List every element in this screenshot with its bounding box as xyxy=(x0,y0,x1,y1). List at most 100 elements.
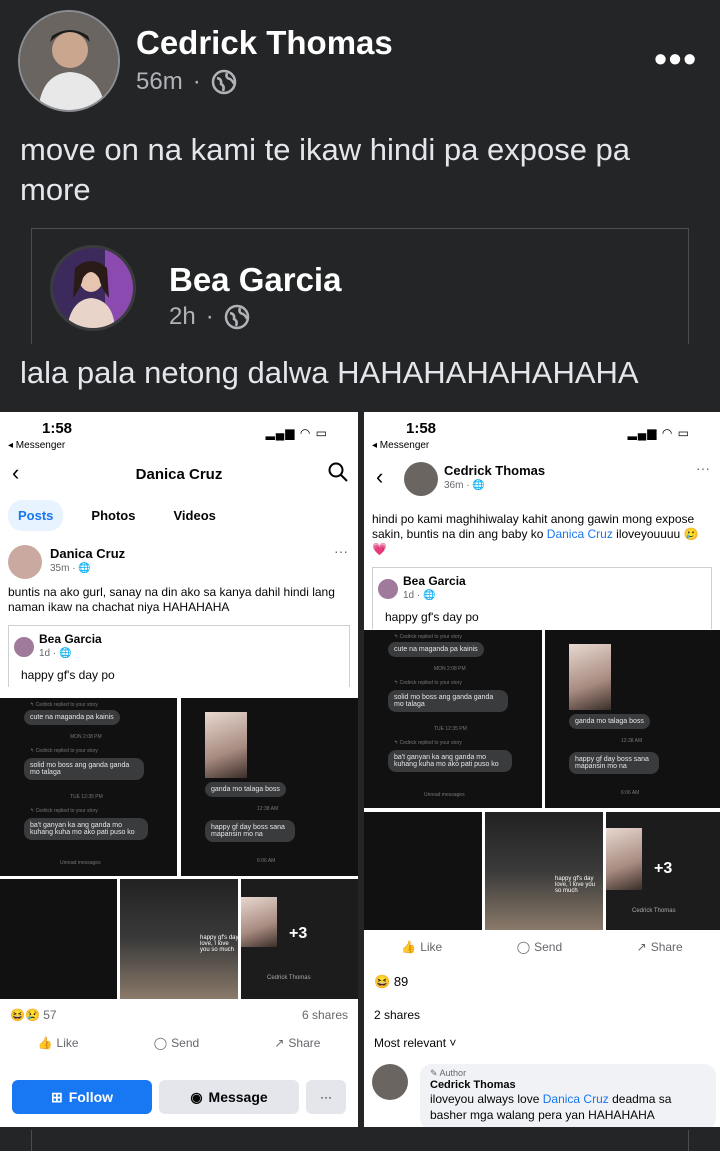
status-bar: 1:58 ◂ Messenger ▂▄▆ ◠ ▭ xyxy=(364,412,720,454)
inner-shared-post: Bea Garcia 1d · 🌐 happy gf's day po xyxy=(8,625,350,687)
action-bar: 👍 Like ◯ Send ↗ Share xyxy=(0,1036,358,1050)
post-meta: 36m · 🌐 xyxy=(444,480,485,491)
author-name[interactable]: Cedrick Thomas xyxy=(136,24,393,62)
screenshot-right[interactable]: 1:58 ◂ Messenger ▂▄▆ ◠ ▭ ‹ Cedrick Thoma… xyxy=(364,412,720,1127)
post-meta: 56m · xyxy=(136,68,237,96)
chat-screenshot xyxy=(364,812,482,930)
tab-posts: Posts xyxy=(8,500,64,531)
shared-text: lala pala netong dalwa HAHAHAHAHAHAHA xyxy=(20,355,639,390)
share-icon: ↗ xyxy=(274,1036,285,1050)
chat-screenshot: ↰ Cedrick replied to your story cute na … xyxy=(364,630,542,808)
like-icon: 👍 xyxy=(401,940,417,954)
more-photos: +3 Cedrick Thomas xyxy=(606,812,720,930)
post-time[interactable]: 56m xyxy=(136,68,183,96)
like-button: 👍 Like xyxy=(401,940,443,954)
globe-icon xyxy=(224,304,249,330)
messenger-icon: ◉ xyxy=(190,1088,203,1105)
send-button: ◯ Send xyxy=(516,940,563,954)
shared-avatar[interactable] xyxy=(50,245,136,331)
avatar[interactable] xyxy=(18,10,120,112)
reactions: 😆 89 xyxy=(374,974,408,990)
post-text: buntis na ako gurl, sanay na din ako sa … xyxy=(8,585,335,614)
post-author-row: Danica Cruz 35m · 🌐 ··· xyxy=(0,541,358,581)
more-photos-count: +3 xyxy=(289,925,308,942)
messenger-icon: ◯ xyxy=(153,1036,168,1050)
tab-videos: Videos xyxy=(173,508,216,523)
post-author-row: ‹ Cedrick Thomas 36m · 🌐 ··· xyxy=(364,458,720,504)
more-options-icon[interactable]: ••• xyxy=(654,38,698,80)
couple-photo: happy gf's day love, I love you so much xyxy=(120,879,239,999)
share-button: ↗ Share xyxy=(636,940,683,954)
message-button: ◉ Message xyxy=(159,1080,299,1114)
author-name: Danica Cruz xyxy=(50,546,126,561)
back-to-app: ◂ Messenger xyxy=(8,440,66,451)
reactions: 😆😢 57 xyxy=(10,1008,57,1022)
signal-wifi-battery-icon: ▂▄▆ ◠ ▭ xyxy=(627,426,690,440)
avatar xyxy=(404,462,438,496)
shared-meta: 2h · xyxy=(169,303,250,331)
status-time: 1:58 xyxy=(406,420,437,437)
shared-post[interactable]: Bea Garcia 2h · xyxy=(31,228,689,344)
share-button: ↗ Share xyxy=(274,1036,321,1050)
comment-sort: Most relevant ˅ xyxy=(374,1036,457,1050)
signal-wifi-battery-icon: ▂▄▆ ◠ ▭ xyxy=(265,426,328,440)
avatar xyxy=(8,545,42,579)
avatar xyxy=(372,1064,408,1100)
reaction-count: 57 xyxy=(43,1008,57,1022)
meta-dot: · xyxy=(205,303,214,330)
avatar xyxy=(377,578,399,600)
globe-icon: 🌐 xyxy=(59,648,72,659)
avatar xyxy=(13,636,35,658)
status-time: 1:58 xyxy=(42,420,73,437)
reaction-count: 89 xyxy=(393,974,409,989)
more-icon: ··· xyxy=(306,1080,346,1114)
shared-author-name[interactable]: Bea Garcia xyxy=(169,261,341,299)
reaction-icons: 😆😢 xyxy=(10,1008,40,1022)
action-bar: 👍 Like ◯ Send ↗ Share xyxy=(364,940,720,954)
author-badge: ✎ Author xyxy=(430,1068,467,1078)
inner-post-text: happy gf's day po xyxy=(385,610,479,624)
globe-icon xyxy=(211,69,236,95)
comment: ✎ Author Cedrick Thomas iloveyou always … xyxy=(420,1064,716,1127)
globe-icon: 🌐 xyxy=(472,480,485,491)
back-to-app: ◂ Messenger xyxy=(372,440,430,451)
chat-screenshot: ganda mo talaga boss 12:38 AM happy gf d… xyxy=(545,630,720,808)
follow-button: ⊞ Follow xyxy=(12,1080,152,1114)
tab-photos: Photos xyxy=(91,508,136,523)
comment-text: iloveyou always love Danica Cruz deadma … xyxy=(430,1092,672,1122)
more-photos: +3 Cedrick Thomas xyxy=(241,879,358,999)
shared-time[interactable]: 2h xyxy=(169,303,196,331)
post-meta: 35m · 🌐 xyxy=(50,563,91,574)
post-text: hindi po kami maghihiwalay kahit anong g… xyxy=(372,512,699,556)
shared-profile-photo xyxy=(53,248,133,328)
like-button: 👍 Like xyxy=(37,1036,79,1050)
inner-shared-post: Bea Garcia 1d · 🌐 happy gf's day po xyxy=(372,567,712,629)
share-icon: ↗ xyxy=(636,940,647,954)
author-name: Bea Garcia xyxy=(403,574,466,588)
post-meta: 1d · 🌐 xyxy=(39,648,72,659)
profile-tabs: Posts Photos Videos xyxy=(0,494,358,537)
send-button: ◯ Send xyxy=(153,1036,200,1050)
profile-photo xyxy=(20,12,118,110)
author-name: Bea Garcia xyxy=(39,632,102,646)
like-icon: 👍 xyxy=(37,1036,53,1050)
more-icon: ··· xyxy=(334,543,348,559)
chat-screenshot: ganda mo talaga boss 12:38 AM happy gf d… xyxy=(181,698,358,876)
tagged-user-link: Danica Cruz xyxy=(542,1092,609,1106)
screenshot-left[interactable]: 1:58 ◂ Messenger ▂▄▆ ◠ ▭ ‹ Danica Cruz P… xyxy=(0,412,358,1127)
share-count: 6 shares xyxy=(301,1008,348,1022)
more-photos-count: +3 xyxy=(654,860,673,877)
globe-icon: 🌐 xyxy=(423,590,436,601)
post-text: move on na kami te ikaw hindi pa expose … xyxy=(20,132,631,207)
post-header: Cedrick Thomas 56m · ••• xyxy=(18,10,708,112)
search-icon xyxy=(328,462,348,482)
profile-nav: ‹ Danica Cruz xyxy=(0,454,358,494)
post-footer-edge xyxy=(31,1130,689,1151)
couple-photo: happy gf's day love, I love you so much xyxy=(485,812,603,930)
chat-screenshot xyxy=(0,879,117,999)
add-friend-icon: ⊞ xyxy=(50,1088,63,1105)
profile-title: Danica Cruz xyxy=(135,466,223,483)
more-icon: ··· xyxy=(696,460,710,476)
haha-icon: 😆 xyxy=(374,974,391,989)
back-icon: ‹ xyxy=(376,464,384,489)
